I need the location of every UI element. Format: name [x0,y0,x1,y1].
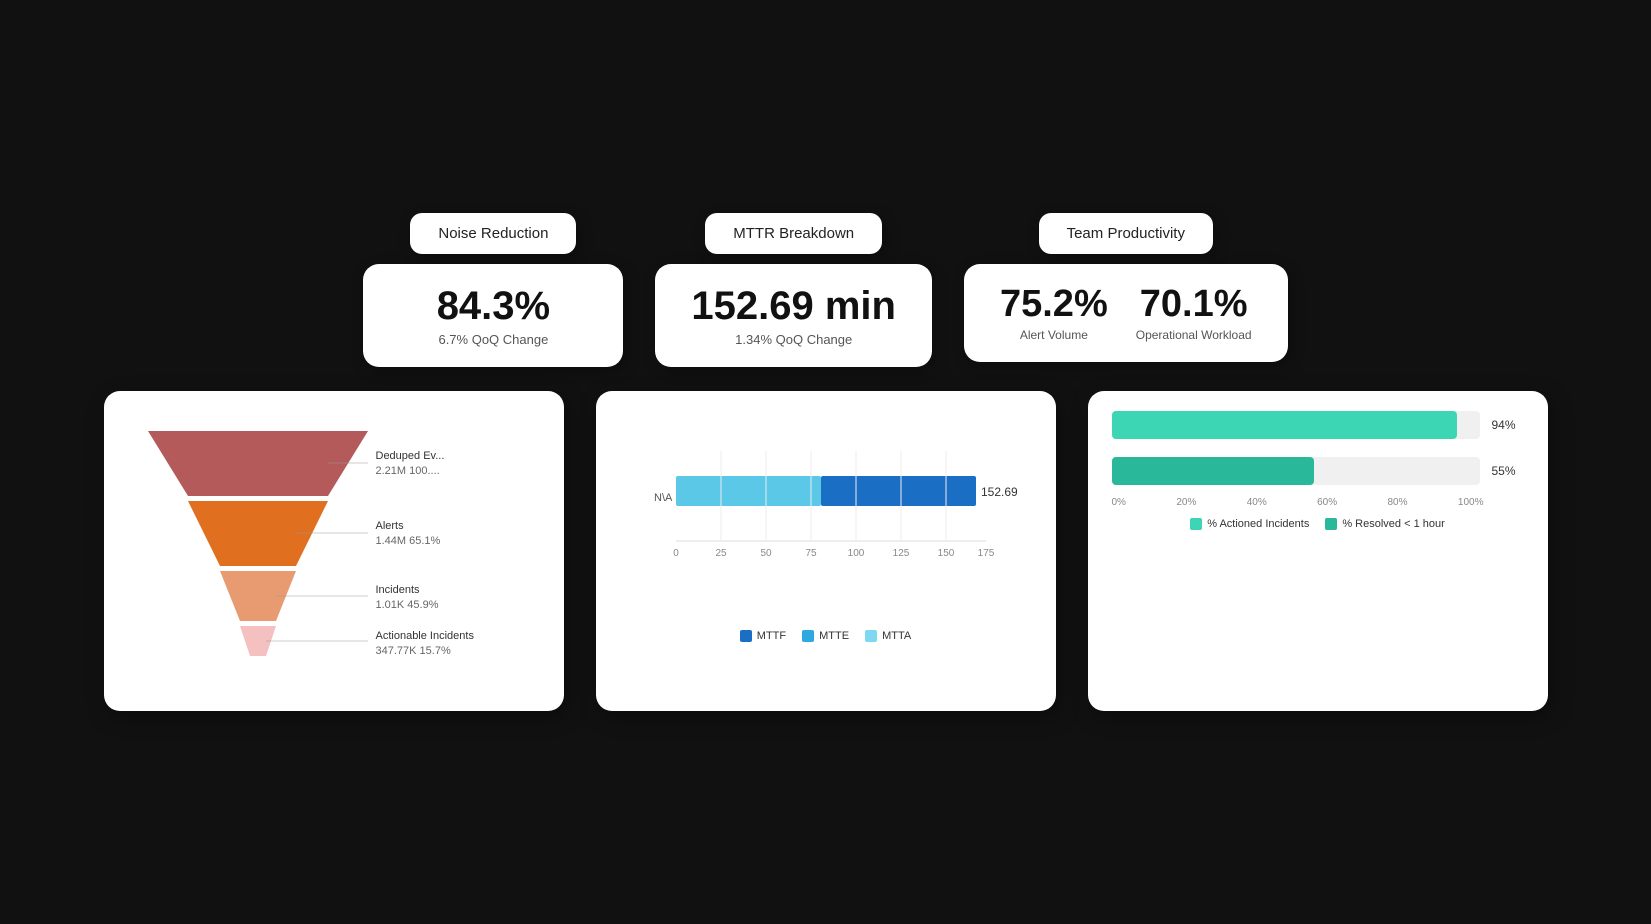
funnel-label-3: Incidents 1.01K 45.9% [376,583,439,614]
alert-volume-label: Alert Volume [1000,328,1108,342]
mttr-title: MTTR Breakdown [733,225,854,242]
noise-reduction-value-card: 84.3% 6.7% QoQ Change [363,264,623,367]
mttr-legend: MTTF MTTE MTTA [620,630,1032,642]
bar-value-label: 152.69 [981,485,1018,499]
team-productivity-value-card: 75.2% Alert Volume 70.1% Operational Wor… [964,264,1288,362]
legend-mtta: MTTA [865,630,911,642]
y-axis-label: N\A [654,492,673,504]
noise-reduction-group: Noise Reduction 84.3% 6.7% QoQ Change [363,213,623,367]
mtta-legend-dot [865,630,877,642]
funnel-layer-2 [188,501,328,566]
hbar-fill-2 [1112,457,1314,485]
funnel-container: Deduped Ev... 2.21M 100.... Alerts 1.44M… [128,411,540,671]
operational-workload-item: 70.1% Operational Workload [1136,284,1252,342]
x-tick-150: 150 [937,548,954,559]
productivity-chart-card: 94% 55% 0% 20% 40% 60% 80% 1 [1088,391,1548,711]
mtte-legend-dot [802,630,814,642]
resolved-legend-dot [1325,518,1337,530]
resolved-legend-label: % Resolved < 1 hour [1342,518,1444,530]
hbar-fill-1 [1112,411,1458,439]
funnel-chart-card: Deduped Ev... 2.21M 100.... Alerts 1.44M… [104,391,564,711]
hbar-track-1: 94% [1112,411,1480,439]
funnel-label-1: Deduped Ev... 2.21M 100.... [376,449,445,480]
team-productivity-title: Team Productivity [1067,225,1185,242]
hbar-chart: 94% 55% 0% 20% 40% 60% 80% 1 [1112,411,1524,530]
operational-value: 70.1% [1136,284,1252,326]
mtte-legend-label: MTTE [819,630,849,642]
legend-mttf: MTTF [740,630,786,642]
x-tick-25: 25 [715,548,727,559]
dashboard: Noise Reduction 84.3% 6.7% QoQ Change MT… [0,173,1651,751]
noise-reduction-value: 84.3% [399,284,587,328]
team-productivity-label-card: Team Productivity [1039,213,1213,254]
mtta-mtte-bar [676,476,821,506]
x-tick-0: 0 [673,548,679,559]
axis-40: 40% [1247,497,1267,508]
hbar-row-2: 55% [1112,457,1524,485]
mttf-bar [821,476,976,506]
hbar-pct-1: 94% [1491,418,1515,432]
hbar-row-1: 94% [1112,411,1524,439]
mttr-value: 152.69 min [691,284,896,328]
funnel-label-2: Alerts 1.44M 65.1% [376,519,441,550]
x-tick-175: 175 [977,548,994,559]
x-tick-125: 125 [892,548,909,559]
x-tick-100: 100 [847,548,864,559]
hbar-legend: % Actioned Incidents % Resolved < 1 hour [1112,518,1524,530]
x-tick-75: 75 [805,548,817,559]
mttr-chart-card: N\A 152.69 0 25 50 75 100 125 [596,391,1056,711]
mttr-bar-svg: N\A 152.69 0 25 50 75 100 125 [620,411,1032,621]
top-row: Noise Reduction 84.3% 6.7% QoQ Change MT… [40,213,1611,367]
axis-100: 100% [1458,497,1484,508]
hbar-axis: 0% 20% 40% 60% 80% 100% [1112,497,1524,508]
funnel-layer-1 [148,431,368,496]
mttr-change: 1.34% QoQ Change [691,332,896,347]
mttr-label-card: MTTR Breakdown [705,213,882,254]
alert-volume-item: 75.2% Alert Volume [1000,284,1108,342]
hbar-legend-actioned: % Actioned Incidents [1190,518,1309,530]
bar-chart-area: N\A 152.69 0 25 50 75 100 125 [620,411,1032,651]
noise-reduction-title: Noise Reduction [438,225,548,242]
noise-reduction-change: 6.7% QoQ Change [399,332,587,347]
mttf-legend-dot [740,630,752,642]
team-productivity-group: Team Productivity 75.2% Alert Volume 70.… [964,213,1288,367]
actioned-legend-label: % Actioned Incidents [1207,518,1309,530]
legend-mtte: MTTE [802,630,849,642]
axis-80: 80% [1388,497,1408,508]
axis-0: 0% [1112,497,1126,508]
axis-20: 20% [1176,497,1196,508]
actioned-legend-dot [1190,518,1202,530]
bottom-row: Deduped Ev... 2.21M 100.... Alerts 1.44M… [40,391,1611,711]
operational-label: Operational Workload [1136,328,1252,342]
hbar-legend-resolved: % Resolved < 1 hour [1325,518,1444,530]
alert-volume-value: 75.2% [1000,284,1108,326]
noise-reduction-label-card: Noise Reduction [410,213,576,254]
mttr-value-card: 152.69 min 1.34% QoQ Change [655,264,932,367]
hbar-pct-2: 55% [1491,464,1515,478]
x-tick-50: 50 [760,548,772,559]
mttr-group: MTTR Breakdown 152.69 min 1.34% QoQ Chan… [655,213,932,367]
hbar-track-2: 55% [1112,457,1480,485]
funnel-label-4: Actionable Incidents 347.77K 15.7% [376,629,474,660]
axis-60: 60% [1317,497,1337,508]
mtta-legend-label: MTTA [882,630,911,642]
funnel-svg [128,411,388,671]
mttf-legend-label: MTTF [757,630,786,642]
